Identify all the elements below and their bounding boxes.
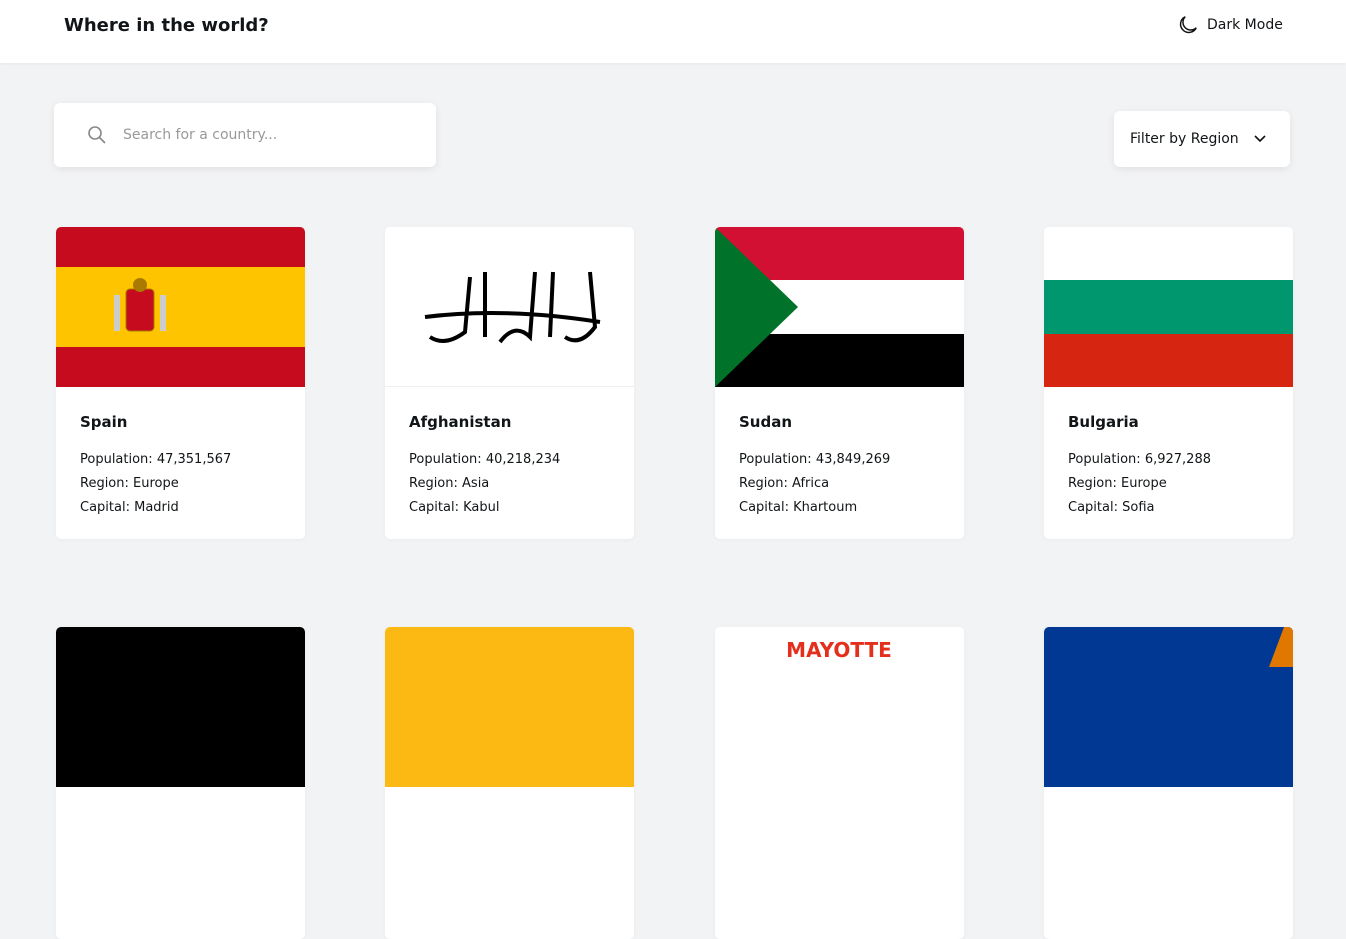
population-value: 43,849,269 [815,452,891,467]
flag [56,627,305,787]
population-value: 47,351,567 [156,452,232,467]
country-name: Spain [80,413,128,431]
capital-label: Capital: [409,500,459,515]
country-card-sudan[interactable]: Sudan Population: 43,849,269 Region: Afr… [715,227,964,539]
dark-mode-toggle[interactable]: Dark Mode [1177,14,1283,36]
capital-value: Sofia [1122,500,1155,515]
population-label: Population: [1068,452,1141,467]
region-label: Region: [739,476,788,491]
country-card-bulgaria[interactable]: Bulgaria Population: 6,927,288 Region: E… [1044,227,1293,539]
region-value: Africa [792,476,830,491]
country-name: Bulgaria [1068,413,1139,431]
population-label: Population: [409,452,482,467]
filter-by-region-dropdown[interactable]: Filter by Region [1114,111,1290,167]
flag-mayotte: MAYOTTE [715,627,964,787]
search-input[interactable] [123,127,403,143]
header: Where in the world? Dark Mode [0,0,1346,63]
country-name: Sudan [739,413,793,431]
country-card[interactable] [56,627,305,939]
country-card-mayotte[interactable]: MAYOTTE [715,627,964,939]
population-label: Population: [739,452,812,467]
flag-sudan [715,227,964,387]
search-box[interactable] [54,103,436,167]
svg-text:MAYOTTE: MAYOTTE [786,638,892,662]
country-name: Afghanistan [409,413,512,431]
capital-value: Kabul [463,500,500,515]
search-icon [88,126,106,144]
flag-afghanistan [385,227,634,387]
region-label: Region: [409,476,458,491]
page-title: Where in the world? [64,15,269,36]
population-value: 40,218,234 [485,452,561,467]
flag-spain [56,227,305,387]
region-value: Europe [133,476,179,491]
population-label: Population: [80,452,153,467]
flag-bulgaria [1044,227,1293,387]
capital-label: Capital: [80,500,130,515]
country-card-afghanistan[interactable]: Afghanistan Population: 40,218,234 Regio… [385,227,634,539]
flag [1044,627,1293,787]
population-value: 6,927,288 [1144,452,1211,467]
moon-icon [1179,16,1197,34]
filter-label: Filter by Region [1130,131,1239,147]
region-label: Region: [1068,476,1117,491]
chevron-down-icon [1254,135,1266,143]
dark-mode-label: Dark Mode [1207,17,1283,33]
capital-label: Capital: [1068,500,1118,515]
country-card[interactable] [1044,627,1293,939]
capital-label: Capital: [739,500,789,515]
country-card-spain[interactable]: Spain Population: 47,351,567 Region: Eur… [56,227,305,539]
region-value: Europe [1121,476,1167,491]
region-label: Region: [80,476,129,491]
region-value: Asia [462,476,490,491]
flag [385,627,634,787]
capital-value: Khartoum [793,500,858,515]
capital-value: Madrid [134,500,179,515]
country-card[interactable] [385,627,634,939]
